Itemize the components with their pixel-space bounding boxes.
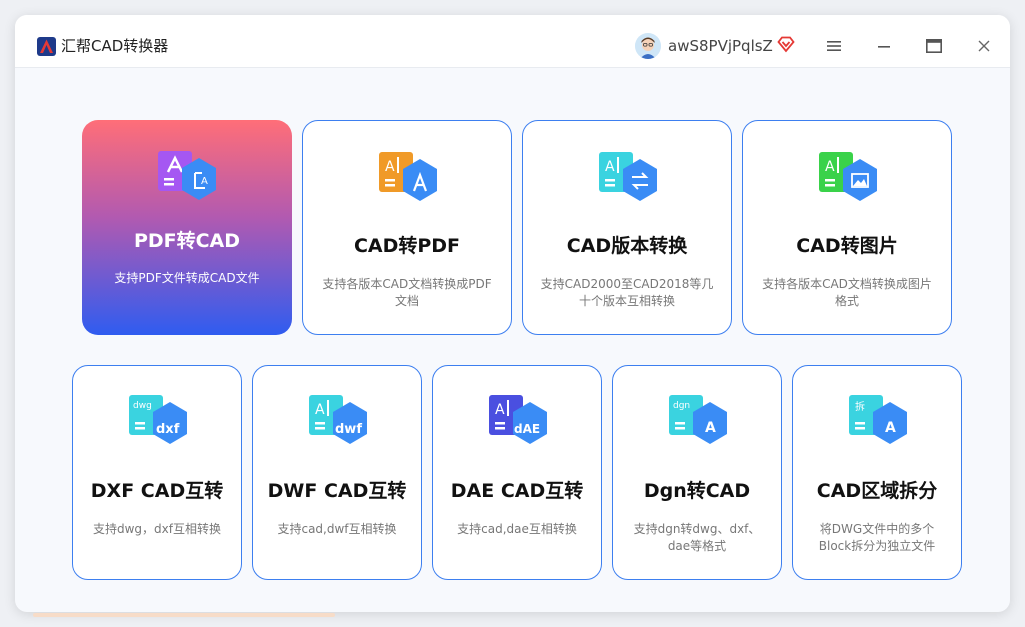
svg-text:A: A [315,402,325,418]
card-cad-split[interactable]: 拆 A CAD区域拆分 将DWG文件中的多个Block拆分为独立文件 [792,365,962,580]
card-dae-cad[interactable]: A dAE DAE CAD互转 支持cad,dae互相转换 [432,365,602,580]
close-button[interactable] [969,32,999,60]
cad-version-convert-icon: A [599,152,657,201]
dxf-icon: dwg dxf [129,395,187,444]
card-title: PDF转CAD [133,230,241,252]
svg-text:dwg: dwg [133,401,152,411]
card-title: Dgn转CAD [643,480,751,502]
card-desc: 支持cad,dwf互相转换 [277,522,397,536]
pdf-to-cad-icon: A [158,151,216,200]
card-desc: 支持各版本CAD文档转换成图片格式 [762,277,932,308]
card-title: DWF CAD互转 [267,480,407,502]
card-dgn-cad[interactable]: dgn A Dgn转CAD 支持dgn转dwg、dxf、dae等格式 [612,365,782,580]
card-desc: 支持dwg，dxf互相转换 [93,522,221,536]
card-cad-to-image[interactable]: A CAD转图片 支持各版本CAD文档转换成图片格式 [742,120,952,335]
avatar[interactable] [635,33,661,59]
card-cad-to-pdf[interactable]: A CAD转PDF 支持各版本CAD文档转换成PDF文档 [302,120,512,335]
app-title: 汇帮CAD转换器 [61,37,169,55]
card-title: DAE CAD互转 [450,480,584,502]
card-dxf-cad[interactable]: dwg dxf DXF CAD互转 支持dwg，dxf互相转换 [72,365,242,580]
app-logo-icon [37,37,56,56]
svg-text:A: A [705,420,716,436]
card-title: CAD区域拆分 [816,480,938,502]
svg-text:A: A [885,420,896,436]
minimize-button[interactable] [869,32,899,60]
menu-icon [827,41,841,51]
cad-split-icon: 拆 A [849,395,907,444]
card-desc: 支持dgn转dwg、dxf、dae等格式 [633,522,761,553]
svg-text:dwf: dwf [335,422,362,437]
svg-text:拆: 拆 [855,400,865,413]
cad-to-pdf-icon: A [379,152,437,201]
close-icon [978,40,990,52]
card-desc: 将DWG文件中的多个Block拆分为独立文件 [818,522,936,553]
card-title: DXF CAD互转 [90,480,224,502]
username[interactable]: awS8PVjPqlsZ [668,37,773,56]
card-desc: 支持CAD2000至CAD2018等几十个版本互相转换 [540,277,714,308]
card-cad-version[interactable]: A CAD版本转换 支持CAD2000至CAD2018等几十个版本互相转换 [522,120,732,335]
card-title: CAD转PDF [353,235,461,257]
svg-text:dgn: dgn [673,401,690,411]
card-desc: 支持cad,dae互相转换 [457,522,577,536]
dwf-icon: A dwf [309,395,367,444]
title-bar: 汇帮CAD转换器 awS8PVjPqlsZ [15,15,1010,68]
svg-text:A: A [825,159,835,175]
svg-text:dxf: dxf [156,422,180,437]
card-desc: 支持各版本CAD文档转换成PDF文档 [322,277,492,308]
svg-text:A: A [495,402,505,418]
cad-to-image-icon: A [819,152,877,201]
svg-text:A: A [201,176,208,187]
card-title: CAD转图片 [796,235,898,257]
svg-text:A: A [605,159,615,175]
card-desc: 支持PDF文件转成CAD文件 [114,271,260,285]
card-dwf-cad[interactable]: A dwf DWF CAD互转 支持cad,dwf互相转换 [252,365,422,580]
svg-text:dAE: dAE [514,422,540,436]
maximize-icon [926,39,942,53]
vip-diamond-icon[interactable] [777,35,795,53]
dgn-icon: dgn A [669,395,727,444]
minimize-icon [878,46,890,48]
menu-button[interactable] [819,32,849,60]
dae-icon: A dAE [489,395,547,444]
progress-strip [33,613,335,617]
app-window: 汇帮CAD转换器 awS8PVjPqlsZ A PDF转CAD 支持PDF文件转… [15,15,1010,612]
svg-text:A: A [385,159,395,175]
card-pdf-to-cad[interactable]: A PDF转CAD 支持PDF文件转成CAD文件 [82,120,292,335]
card-title: CAD版本转换 [566,235,688,257]
maximize-button[interactable] [919,32,949,60]
